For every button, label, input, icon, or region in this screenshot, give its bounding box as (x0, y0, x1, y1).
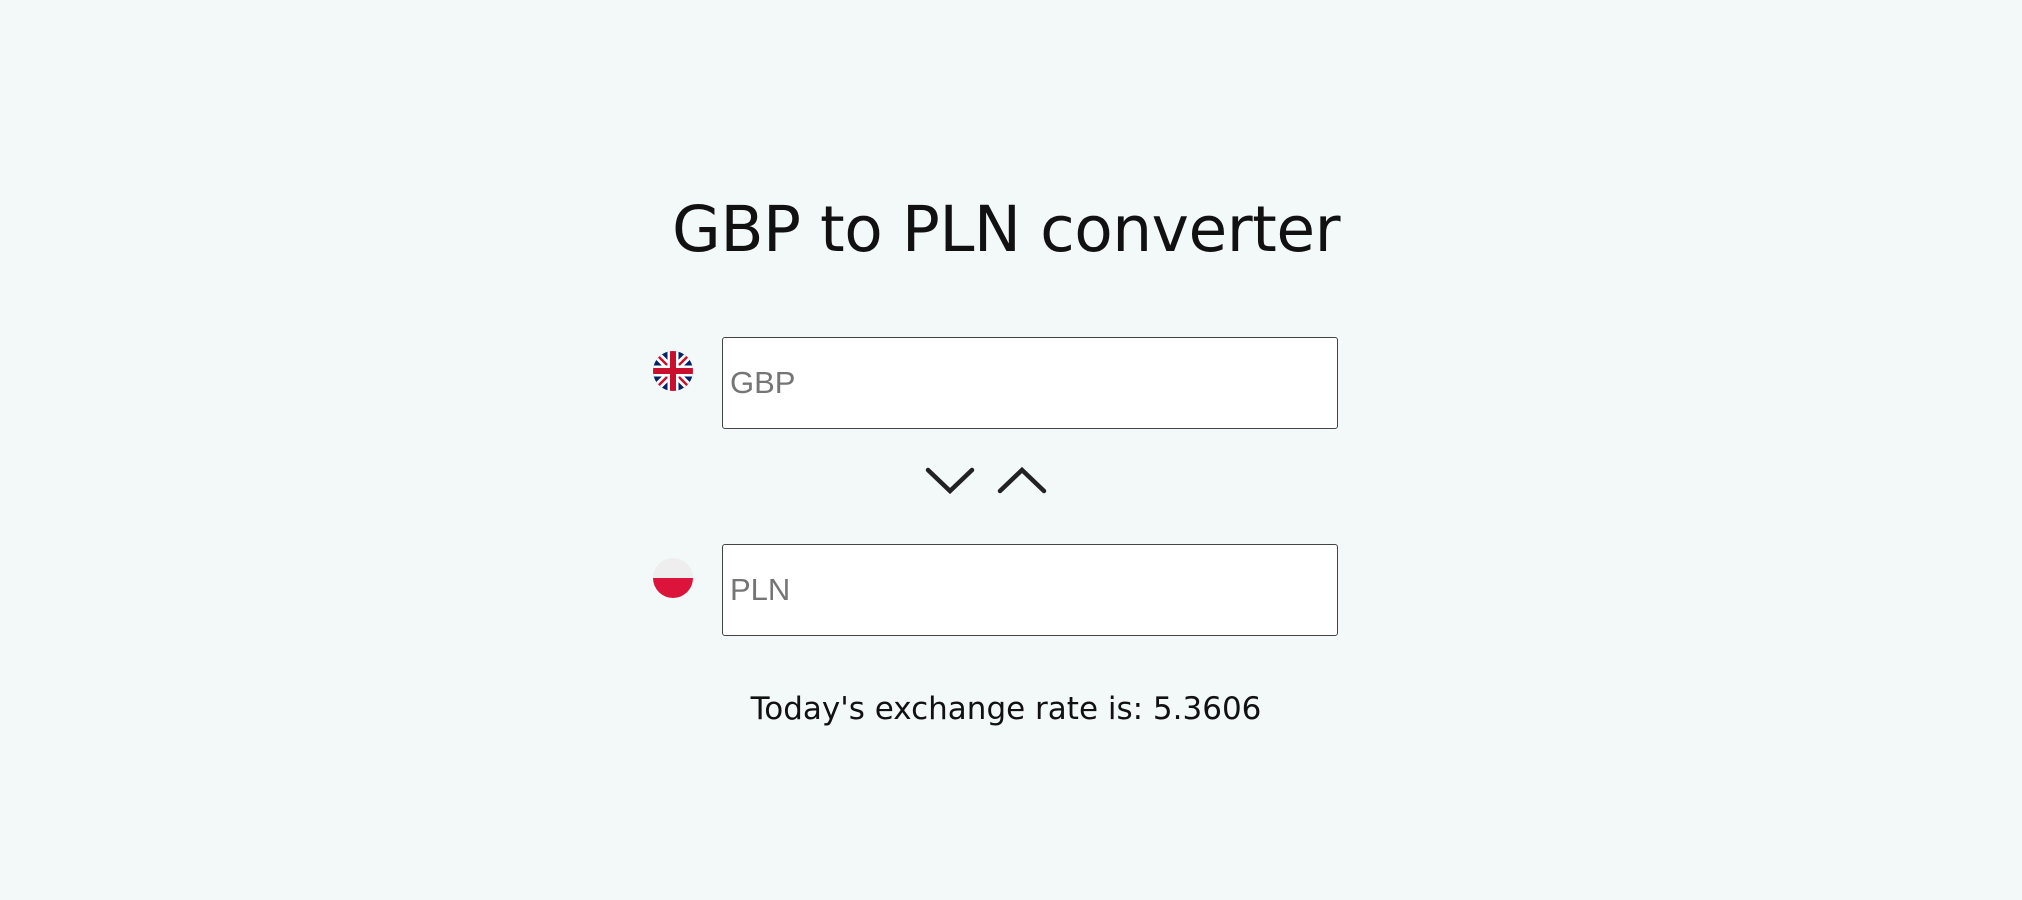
page-title: GBP to PLN converter (672, 193, 1341, 266)
chevron-down-icon (925, 467, 975, 495)
convert-up-button[interactable] (995, 462, 1049, 498)
pln-row (652, 544, 1338, 636)
chevron-up-icon (997, 466, 1047, 494)
exchange-rate-text: Today's exchange rate is: 5.3606 (750, 691, 1262, 727)
uk-flag-icon (653, 351, 693, 391)
gbp-row (652, 337, 1338, 429)
convert-down-button[interactable] (923, 462, 977, 498)
gbp-amount-input[interactable] (722, 337, 1338, 429)
pln-amount-input[interactable] (722, 544, 1338, 636)
poland-flag-icon (653, 558, 693, 598)
